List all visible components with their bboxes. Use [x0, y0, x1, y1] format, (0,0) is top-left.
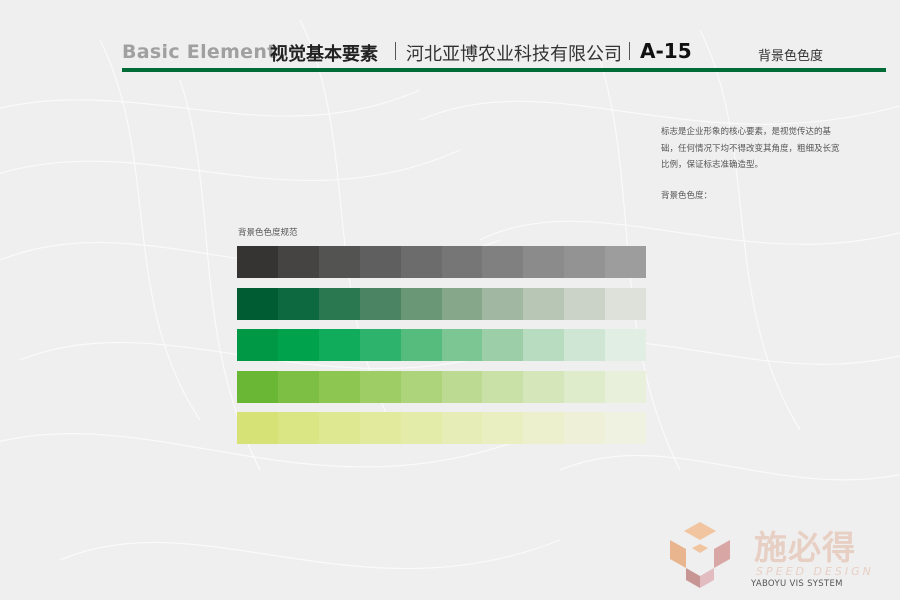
description-text: 标志是企业形象的核心要素，是视觉传达的基础，任何情况下均不得改变其角度，粗细及长… — [661, 127, 840, 170]
color-swatch — [441, 412, 483, 444]
color-swatch — [605, 246, 647, 278]
color-swatch — [441, 329, 483, 361]
footer-system-label: YABOYU VIS SYSTEM — [751, 579, 843, 589]
color-swatch — [237, 246, 278, 278]
header-separator — [395, 42, 396, 60]
color-swatch — [605, 412, 647, 444]
color-swatch — [482, 329, 524, 361]
color-swatch — [359, 246, 401, 278]
swatch-row — [237, 246, 647, 278]
color-swatch — [400, 287, 442, 320]
color-swatch — [482, 412, 524, 444]
header-separator — [629, 42, 630, 60]
color-swatch — [482, 370, 524, 403]
color-swatch — [605, 287, 647, 320]
color-swatch — [277, 287, 319, 320]
color-swatch — [359, 370, 401, 403]
color-swatch — [441, 370, 483, 403]
color-swatch — [523, 412, 565, 444]
color-swatch — [277, 412, 319, 444]
swatch-row — [237, 412, 647, 444]
color-swatch — [318, 370, 360, 403]
swatch-row — [237, 287, 647, 320]
header-divider-line — [122, 68, 886, 72]
color-swatch — [318, 246, 360, 278]
swatch-section-title: 背景色色度规范 — [238, 228, 298, 238]
color-swatch — [605, 329, 647, 361]
color-swatch — [400, 329, 442, 361]
color-swatch — [318, 287, 360, 320]
color-swatch — [482, 246, 524, 278]
color-swatch — [400, 246, 442, 278]
color-swatch — [441, 287, 483, 320]
header-page-code: A-15 — [640, 39, 692, 63]
color-swatch — [564, 246, 606, 278]
color-swatch — [564, 370, 606, 403]
logo-cube-icon — [670, 522, 730, 588]
color-swatch — [359, 287, 401, 320]
color-swatch — [400, 370, 442, 403]
description-label: 背景色色度： — [661, 191, 713, 201]
color-swatch — [237, 329, 278, 361]
color-swatch — [523, 287, 565, 320]
color-swatch — [318, 412, 360, 444]
color-swatch — [523, 329, 565, 361]
color-swatch — [564, 287, 606, 320]
logo-en-name: SPEED DESIGN — [756, 565, 874, 578]
swatch-row — [237, 370, 647, 403]
color-swatch — [237, 370, 278, 403]
page-header: Basic Element 视觉基本要素 河北亚博农业科技有限公司 A-15 背… — [122, 38, 882, 68]
color-swatch — [564, 329, 606, 361]
color-swatch — [237, 287, 278, 320]
color-swatch — [441, 246, 483, 278]
color-swatch — [605, 370, 647, 403]
color-swatch — [237, 412, 278, 444]
color-swatch — [359, 329, 401, 361]
color-swatch — [277, 246, 319, 278]
color-swatch — [400, 412, 442, 444]
color-swatch — [564, 412, 606, 444]
color-swatch — [277, 370, 319, 403]
color-swatch — [482, 287, 524, 320]
header-cn-title: 视觉基本要素 — [270, 44, 378, 65]
header-section-name: 背景色色度 — [758, 49, 824, 64]
color-swatch — [318, 329, 360, 361]
color-swatch — [523, 246, 565, 278]
logo-cn-name: 施必得 — [754, 528, 856, 567]
color-swatch — [359, 412, 401, 444]
color-swatch — [277, 329, 319, 361]
swatch-grid — [237, 246, 647, 454]
color-swatch — [523, 370, 565, 403]
swatch-row — [237, 329, 647, 361]
header-company-name: 河北亚博农业科技有限公司 — [406, 44, 622, 65]
header-en-title: Basic Element — [122, 41, 277, 63]
